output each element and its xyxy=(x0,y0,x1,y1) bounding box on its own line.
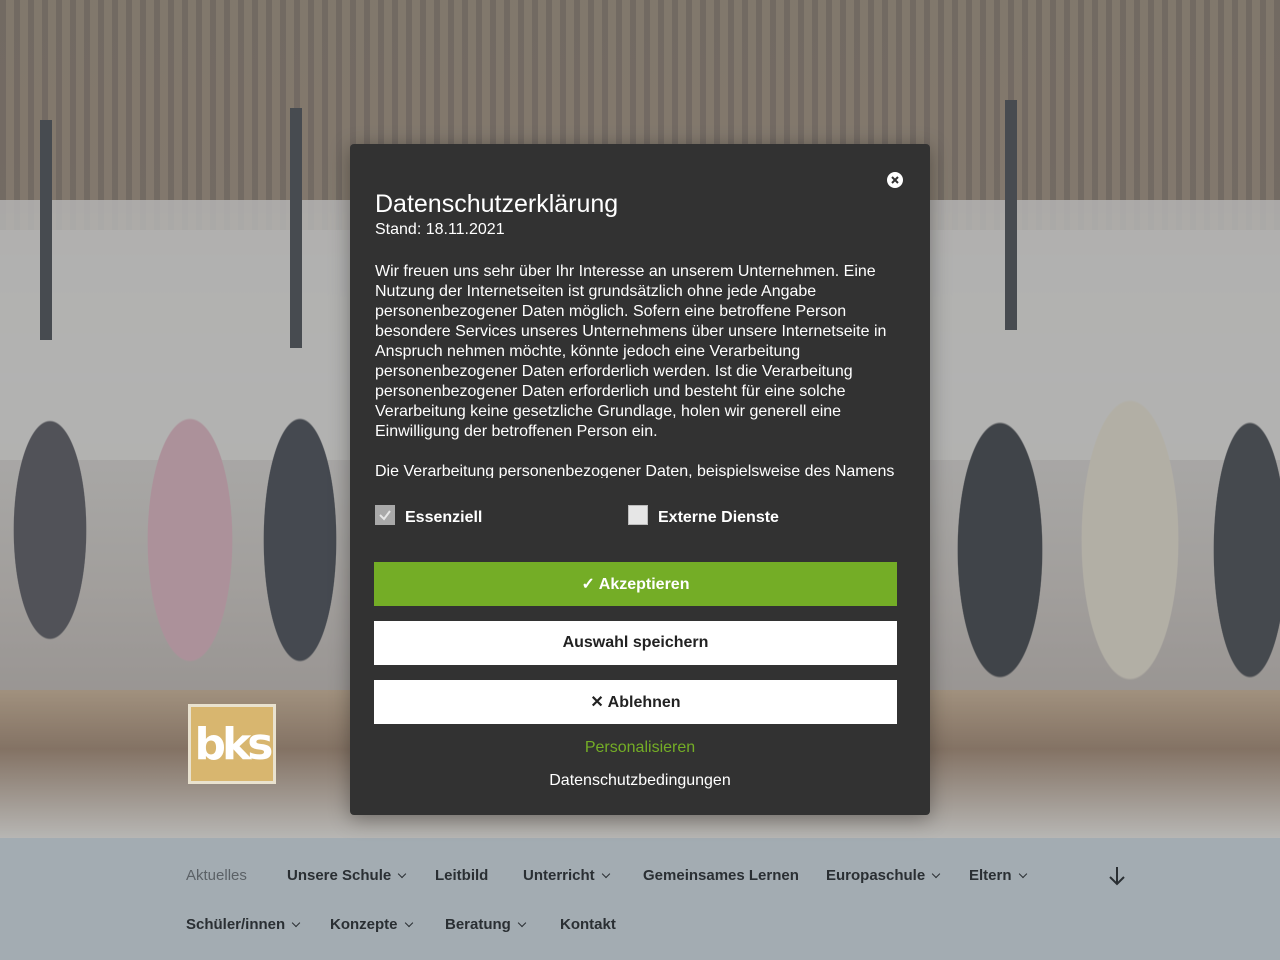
nav-item-label: Europaschule xyxy=(826,867,926,884)
decline-button[interactable]: ✕ Ablehnen xyxy=(374,680,897,724)
nav-item-eltern[interactable]: Eltern xyxy=(969,867,1027,884)
modal-paragraph: Wir freuen uns sehr über Ihr Interesse a… xyxy=(375,263,887,440)
chevron-down-icon xyxy=(601,869,610,879)
checkbox-box-essenziell[interactable] xyxy=(375,505,395,525)
nav-item-konzepte[interactable]: Konzepte xyxy=(330,916,413,933)
save-selection-button[interactable]: Auswahl speichern xyxy=(374,621,897,665)
nav-item-label: Kontakt xyxy=(560,916,616,933)
checkbox-label: Essenziell xyxy=(405,509,483,526)
nav-item-label: Unterricht xyxy=(523,867,595,884)
arrow-down-icon[interactable] xyxy=(1106,864,1128,888)
main-navigation: Aktuelles Unsere Schule Leitbild Unterri… xyxy=(0,838,1280,960)
nav-item-unsere-schule[interactable]: Unsere Schule xyxy=(287,867,407,884)
checkbox-label: Externe Dienste xyxy=(658,509,779,526)
nav-item-label: Beratung xyxy=(445,916,511,933)
checkbox-box-externe-dienste[interactable] xyxy=(628,505,648,525)
chevron-down-icon xyxy=(291,918,301,928)
checkmark-icon xyxy=(379,510,391,521)
accept-button[interactable]: ✓ Akzeptieren xyxy=(374,562,897,606)
nav-item-label: Leitbild xyxy=(435,867,489,884)
nav-item-schueler-innen[interactable]: Schüler/innen xyxy=(186,916,301,933)
nav-item-leitbild[interactable]: Leitbild xyxy=(435,867,488,884)
nav-item-unterricht[interactable]: Unterricht xyxy=(523,867,610,884)
privacy-modal: Datenschutzerklärung Stand: 18.11.2021 W… xyxy=(350,144,930,815)
nav-item-kontakt[interactable]: Kontakt xyxy=(560,916,616,933)
chevron-down-icon xyxy=(517,918,527,928)
modal-paragraph: Die Verarbeitung personenbezogener Daten… xyxy=(375,463,895,478)
nav-item-europaschule[interactable]: Europaschule xyxy=(826,867,941,884)
nav-item-label: Aktuelles xyxy=(186,867,247,884)
chevron-down-icon xyxy=(397,869,407,879)
close-icon xyxy=(891,176,899,184)
checkbox-essenziell[interactable]: Essenziell xyxy=(375,505,483,527)
nav-item-aktuelles[interactable]: Aktuelles xyxy=(186,867,247,884)
nav-item-label: Schüler/innen xyxy=(186,916,286,933)
nav-item-beratung[interactable]: Beratung xyxy=(445,916,527,933)
school-logo[interactable]: bks xyxy=(188,704,276,784)
school-logo-text: bks xyxy=(194,718,274,770)
close-button[interactable] xyxy=(887,172,903,188)
chevron-down-icon xyxy=(1018,869,1027,879)
nav-item-label: Eltern xyxy=(969,867,1012,884)
chevron-down-icon xyxy=(931,869,941,879)
modal-title: Datenschutzerklärung xyxy=(375,190,619,218)
nav-item-gemeinsames-lernen[interactable]: Gemeinsames Lernen xyxy=(643,867,799,884)
checkbox-externe-dienste[interactable]: Externe Dienste xyxy=(628,505,779,527)
privacy-policy-link[interactable]: Datenschutzbedingungen xyxy=(350,772,930,790)
nav-item-label: Unsere Schule xyxy=(287,867,392,884)
modal-date: Stand: 18.11.2021 xyxy=(375,221,505,238)
nav-item-label: Konzepte xyxy=(330,916,398,933)
modal-body-scroll[interactable]: Wir freuen uns sehr über Ihr Interesse a… xyxy=(375,262,905,478)
personalize-link[interactable]: Personalisieren xyxy=(350,739,930,757)
chevron-down-icon xyxy=(404,918,413,928)
nav-item-label: Gemeinsames Lernen xyxy=(643,867,799,884)
